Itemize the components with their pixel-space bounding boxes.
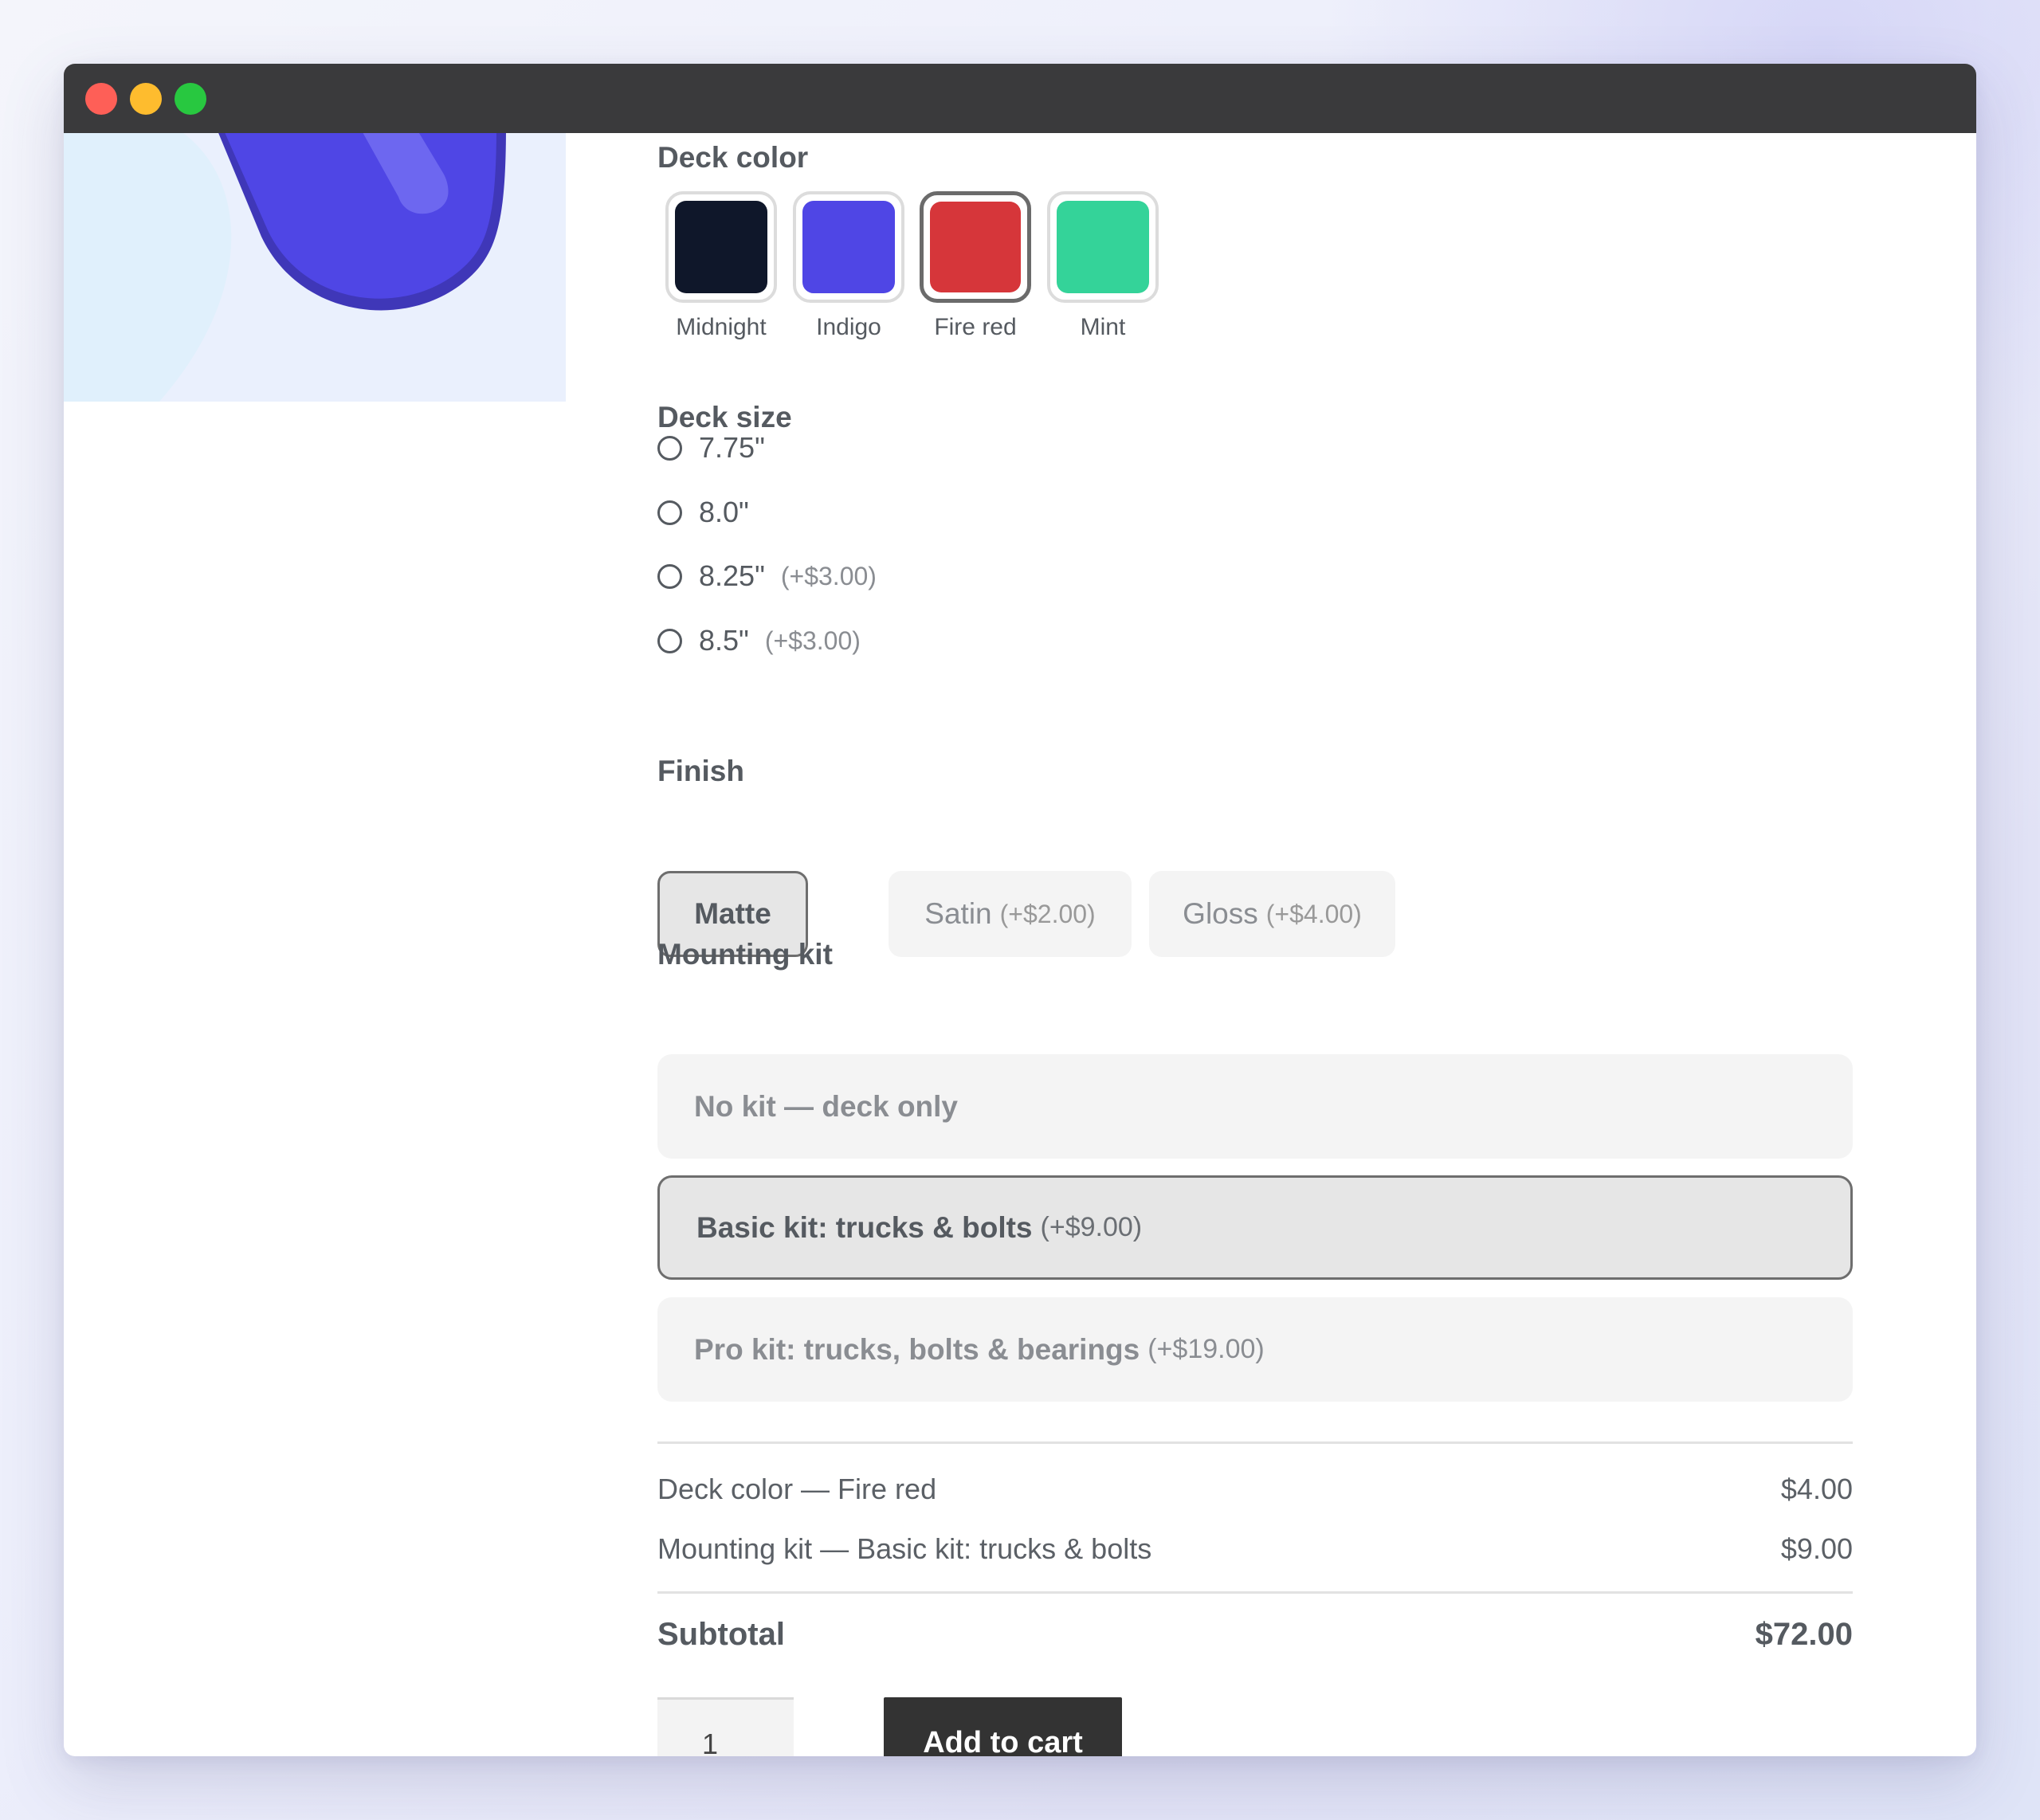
summary-line-value: $9.00 [1780,1532,1853,1565]
minimize-window-button[interactable] [130,83,162,115]
finish-option-label: Matte [694,897,771,930]
mounting-kit-option[interactable]: Pro kit: trucks, bolts & bearings (+$19.0… [657,1297,1853,1402]
summary-line-label: Deck color — Fire red [657,1473,937,1505]
deck-size-label: 7.75" [699,431,765,464]
maximize-window-button[interactable] [175,83,206,115]
product-image [64,133,566,402]
mounting-kit-label: Basic kit: trucks & bolts [696,1210,1033,1244]
window-titlebar [64,64,1976,133]
subtotal-row: Subtotal $72.00 [657,1617,1853,1653]
subtotal-label: Subtotal [657,1617,785,1652]
radio-button[interactable] [657,563,682,589]
swatch-color-fill [802,201,895,293]
page-content: Deck color Midnight Indigo Fire red Mint De… [64,133,1976,1756]
summary-line: Mounting kit — Basic kit: trucks & bolts… [657,1532,1853,1566]
mounting-kit-price: (+$9.00) [1040,1212,1143,1242]
color-swatch-fire-red[interactable]: Fire red [912,191,1039,341]
deck-size-price: (+$3.00) [780,561,877,590]
summary-line-label: Mounting kit — Basic kit: trucks & bolts [657,1532,1152,1565]
swatch-ring[interactable] [665,191,777,303]
subtotal-divider [657,1591,1853,1594]
finish-option-label: Satin [924,897,992,930]
deck-size-label: 8.0" [699,496,749,528]
radio-button[interactable] [657,500,682,525]
deck-size-option[interactable]: 8.0" [657,496,749,529]
swatch-ring[interactable] [793,191,904,303]
summary-divider [657,1441,1853,1444]
color-swatch-indigo[interactable]: Indigo [785,191,912,341]
deck-size-option[interactable]: 8.5" (+$3.00) [657,624,861,657]
deck-size-option[interactable]: 7.75" [657,431,765,465]
close-window-button[interactable] [85,83,117,115]
deck-size-option[interactable]: 8.25" (+$3.00) [657,559,877,593]
swatch-color-fill [675,201,767,293]
finish-option-label: Gloss [1183,897,1258,930]
swatch-label: Midnight [676,314,767,340]
mounting-kit-label: Mounting kit [657,938,833,971]
swatch-ring[interactable] [920,191,1031,303]
deck-size-label: 8.25" [699,559,765,592]
finish-label: Finish [657,755,744,787]
swatch-color-fill [1057,201,1149,293]
mounting-kit-option[interactable]: Basic kit: trucks & bolts (+$9.00) [657,1175,1853,1280]
swatch-color-fill [930,202,1021,292]
finish-option-price: (+$2.00) [999,899,1096,928]
subtotal-value: $72.00 [1755,1617,1853,1652]
mounting-kit-label: Pro kit: trucks, bolts & bearings [694,1332,1140,1366]
deck-size-label: 8.5" [699,624,749,657]
color-swatch-mint[interactable]: Mint [1039,191,1167,341]
skateboard-deck-illustration [64,133,566,402]
mounting-kit-label: No kit — deck only [694,1089,959,1123]
mounting-kit-price: (+$19.00) [1148,1334,1265,1364]
finish-option-satin[interactable]: Satin (+$2.00) [889,871,1132,957]
radio-button[interactable] [657,628,682,653]
deck-size-price: (+$3.00) [764,626,861,655]
finish-option-price: (+$4.00) [1265,899,1362,928]
quantity-input[interactable]: 1 [657,1697,794,1756]
swatch-ring[interactable] [1047,191,1159,303]
browser-window: Deck color Midnight Indigo Fire red Mint De… [64,64,1976,1756]
summary-line: Deck color — Fire red $4.00 [657,1473,1853,1506]
deck-size-label: Deck size [657,401,792,433]
color-swatch-midnight[interactable]: Midnight [657,191,785,341]
swatch-label: Mint [1080,314,1126,340]
summary-line-value: $4.00 [1780,1473,1853,1505]
radio-button[interactable] [657,435,682,461]
swatch-label: Fire red [934,314,1017,340]
mounting-kit-option[interactable]: No kit — deck only [657,1054,1853,1159]
add-to-cart-button[interactable]: Add to cart [884,1697,1122,1756]
deck-color-label: Deck color [657,141,809,174]
finish-option-gloss[interactable]: Gloss (+$4.00) [1149,871,1395,957]
swatch-label: Indigo [816,314,881,340]
